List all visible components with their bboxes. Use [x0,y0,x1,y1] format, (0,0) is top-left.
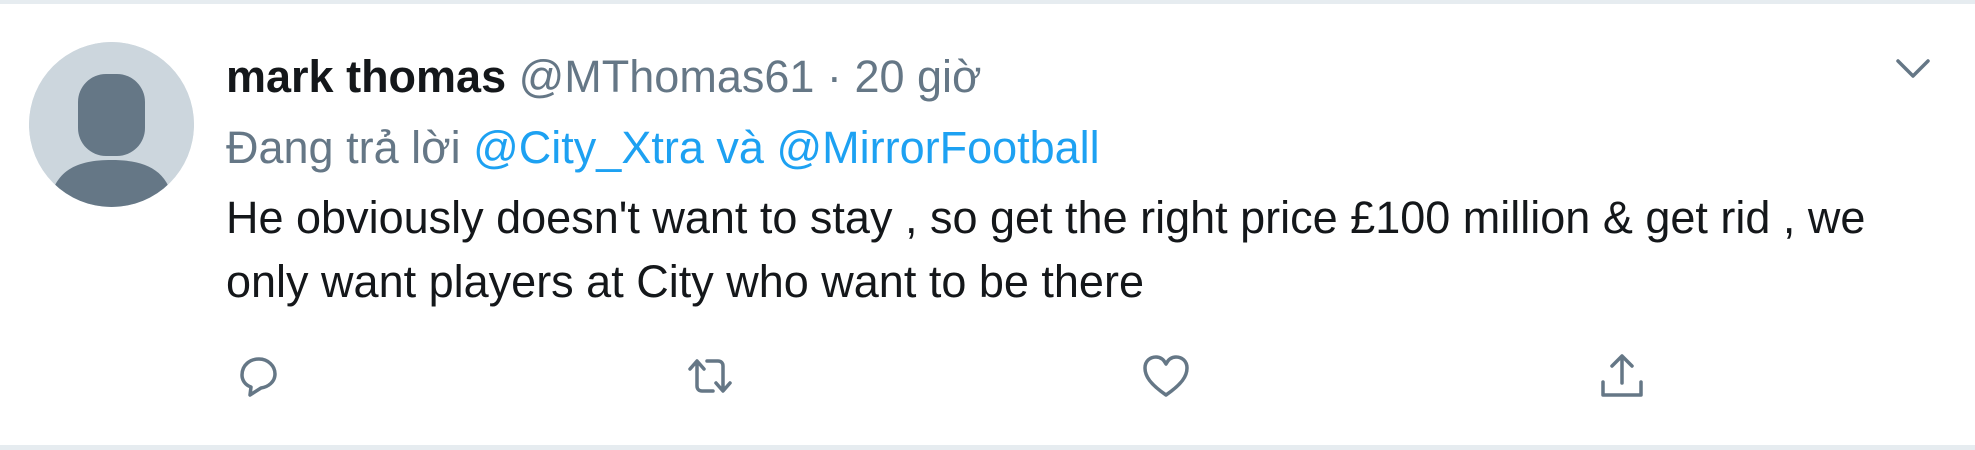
timestamp[interactable]: 20 giờ [854,51,981,102]
display-name[interactable]: mark thomas [226,51,506,102]
retweet-icon [688,359,732,393]
mention-connector: và [716,122,764,173]
more-options-button[interactable] [1888,52,1938,88]
like-button[interactable] [1134,346,1198,406]
retweet-button[interactable] [678,346,742,406]
like-icon [1143,355,1189,397]
avatar[interactable] [29,42,194,207]
mention-link[interactable]: @City_Xtra [473,122,704,173]
separator-dot: · [826,51,842,102]
default-profile-icon [29,42,194,207]
user-handle[interactable]: @MThomas61 [519,51,815,102]
share-icon [1601,354,1643,397]
mention-link[interactable]: @MirrorFootball [776,122,1099,173]
reply-button[interactable] [226,346,290,406]
tweet-card[interactable]: mark thomas @MThomas61 · 20 giờ Đang trả… [0,0,1975,450]
tweet-actions [226,346,1926,406]
reply-icon [240,357,277,397]
chevron-down-icon [1896,59,1930,78]
tweet-text: He obviously doesn't want to stay , so g… [226,192,1866,307]
replying-to-line: Đang trả lời @City_Xtra và @MirrorFootba… [226,119,1100,177]
replying-to-label: Đang trả lời [226,122,461,173]
share-button[interactable] [1590,346,1654,406]
tweet-header: mark thomas @MThomas61 · 20 giờ [226,48,982,106]
